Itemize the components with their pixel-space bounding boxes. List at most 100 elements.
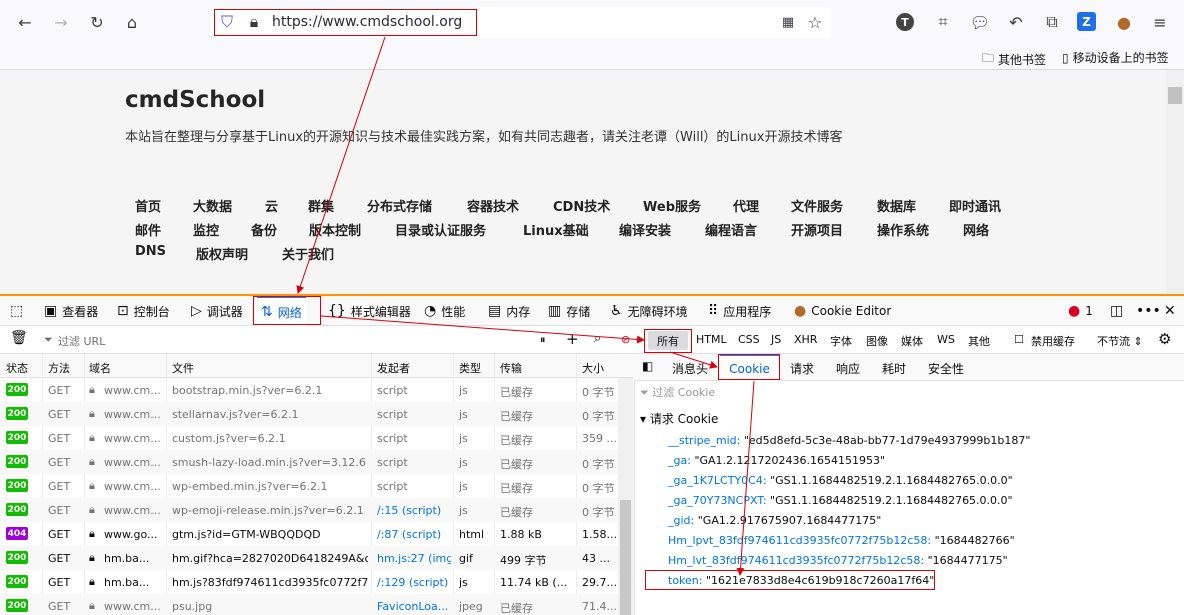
close-devtools-button[interactable]: ✕ bbox=[1160, 296, 1180, 326]
zotero-icon[interactable]: Z bbox=[1077, 12, 1096, 31]
cookie-item[interactable]: _gid: "GA1.2.917675907.1684477175" bbox=[668, 514, 881, 527]
site-title[interactable]: cmdSchool bbox=[125, 87, 265, 113]
cookie-item[interactable]: Hm_lpvt_83fdf974611cd3935fc0772f75b12c58… bbox=[668, 534, 1015, 547]
table-row[interactable]: 200 🔒︎ GET www.cm... bootstrap.min.js?ver=6.… bbox=[0, 378, 633, 402]
col-domain[interactable]: 域名 bbox=[89, 360, 111, 376]
nav-item[interactable]: 网络 bbox=[963, 220, 989, 239]
col-file[interactable]: 文件 bbox=[172, 360, 194, 376]
table-row[interactable]: 200 🔒︎ GET hm.ba... hm.gif?hca=2827020D64182… bbox=[0, 546, 633, 570]
nav-item[interactable]: 编译安装 bbox=[619, 220, 671, 239]
cell-initiator[interactable]: /:129 (script) bbox=[377, 576, 451, 589]
pick-element-button[interactable]: ⬚ bbox=[6, 296, 27, 326]
trash-icon[interactable]: 🗑︎ bbox=[10, 330, 28, 346]
tab-application[interactable]: ⠿ 应用程序 bbox=[704, 296, 775, 326]
nav-item[interactable]: 首页 bbox=[135, 196, 161, 215]
cookie-item[interactable]: _ga: "GA1.2.1217202436.1654151953" bbox=[668, 454, 885, 467]
home-icon[interactable]: ⌂ bbox=[120, 10, 144, 34]
filter-ws[interactable]: WS bbox=[937, 333, 955, 346]
cookie-item[interactable]: Hm_lvt_83fdf974611cd3935fc0772f75b12c58:… bbox=[668, 554, 1008, 567]
forward-icon[interactable]: → bbox=[49, 10, 73, 34]
menu-icon[interactable]: ≡ bbox=[1148, 10, 1172, 34]
nav-item[interactable]: 群集 bbox=[308, 196, 334, 215]
search-icon[interactable]: ⌕ bbox=[594, 331, 601, 346]
tab-performance[interactable]: ◔ 性能 bbox=[420, 296, 469, 326]
translate-icon[interactable]: T bbox=[896, 13, 914, 31]
undo-icon[interactable]: ↶ bbox=[1004, 10, 1028, 34]
col-initiator[interactable]: 发起者 bbox=[377, 360, 410, 376]
nav-item[interactable]: 数据库 bbox=[877, 196, 916, 215]
table-row[interactable]: 200 🔒︎ GET www.cm... stellarnav.js?ver=6.2.1… bbox=[0, 402, 633, 426]
nav-item[interactable]: 云 bbox=[265, 196, 278, 215]
nav-item[interactable]: Linux基础 bbox=[523, 220, 589, 239]
nav-item[interactable]: Web服务 bbox=[643, 196, 701, 215]
tab-request[interactable]: 请求 bbox=[790, 360, 814, 377]
cell-initiator[interactable]: hm.js:27 (img) bbox=[377, 552, 451, 565]
qr-code-icon[interactable]: ▦ bbox=[776, 10, 800, 34]
page-scrollbar-thumb[interactable] bbox=[1168, 87, 1182, 104]
filter-js[interactable]: JS bbox=[771, 333, 781, 346]
request-cookies-header[interactable]: ▾ 请求 Cookie bbox=[640, 410, 718, 427]
tab-headers[interactable]: 消息头 bbox=[672, 360, 708, 377]
filter-media[interactable]: 媒体 bbox=[901, 333, 923, 349]
filter-css[interactable]: CSS bbox=[738, 333, 760, 346]
nav-item[interactable]: 即时通讯 bbox=[949, 196, 1001, 215]
tab-inspector[interactable]: ▣ 查看器 bbox=[40, 296, 102, 326]
nav-item[interactable]: 操作系统 bbox=[877, 220, 929, 239]
table-row[interactable]: 200 🔒︎ GET www.cm... psu.jpg FaviconLoa... jpe… bbox=[0, 594, 633, 615]
cookie-item[interactable]: _ga_1K7LCTY0C4: "GS1.1.1684482519.2.1.16… bbox=[668, 474, 1013, 487]
filter-xhr[interactable]: XHR bbox=[794, 333, 817, 346]
table-row[interactable]: 200 🔒︎ GET www.cm... smush-lazy-load.min.js?… bbox=[0, 450, 633, 474]
nav-item[interactable]: 备份 bbox=[251, 220, 277, 239]
dock-button[interactable]: ◫ bbox=[1106, 296, 1127, 326]
nav-item[interactable]: 文件服务 bbox=[791, 196, 843, 215]
nav-item[interactable]: 版权声明 bbox=[196, 244, 248, 263]
cookie-icon[interactable]: ● bbox=[1112, 10, 1136, 34]
tab-response[interactable]: 响应 bbox=[836, 360, 860, 377]
cell-initiator[interactable]: /:15 (script) bbox=[377, 504, 451, 517]
pause-icon[interactable]: ⏸ bbox=[540, 333, 546, 347]
bookmark-mobile[interactable]: ▯ 移动设备上的书签 bbox=[1062, 49, 1169, 66]
col-size[interactable]: 大小 bbox=[582, 360, 604, 376]
error-counter[interactable]: ● 1 bbox=[1064, 296, 1097, 326]
col-status[interactable]: 状态 bbox=[6, 360, 28, 376]
col-transferred[interactable]: 传输 bbox=[500, 360, 522, 376]
tab-debugger[interactable]: ▷ 调试器 bbox=[187, 296, 247, 326]
crop-icon[interactable]: ⌗ bbox=[931, 10, 955, 34]
back-icon[interactable]: ← bbox=[13, 10, 37, 34]
extensions-icon[interactable]: ⧉ bbox=[1040, 10, 1064, 34]
tab-cookie-editor[interactable]: ● Cookie Editor bbox=[790, 296, 895, 326]
filter-url-input[interactable]: 过滤 URL bbox=[58, 333, 105, 349]
tab-style-editor[interactable]: {} 样式编辑器 bbox=[324, 296, 415, 326]
filter-fonts[interactable]: 字体 bbox=[830, 333, 852, 349]
filter-other[interactable]: 其他 bbox=[968, 333, 990, 349]
tab-security[interactable]: 安全性 bbox=[928, 360, 964, 377]
chat-icon[interactable]: 💬︎ bbox=[968, 10, 992, 34]
cell-initiator[interactable]: /:87 (script) bbox=[377, 528, 451, 541]
cookie-filter-input[interactable]: ⏷ 过滤 Cookie bbox=[640, 384, 715, 400]
table-row[interactable]: 200 🔒︎ GET www.cm... custom.js?ver=6.2.1 scri… bbox=[0, 426, 633, 450]
toggle-panel-icon[interactable]: ◧ bbox=[642, 359, 653, 373]
nav-item[interactable]: CDN技术 bbox=[553, 196, 610, 215]
bookmark-other[interactable]: 🗀 其他书签 bbox=[982, 49, 1046, 70]
tab-storage[interactable]: ▥ 存储 bbox=[544, 296, 594, 326]
throttle-select[interactable]: 不节流 ⇕ bbox=[1097, 333, 1143, 349]
nav-item[interactable]: 邮件 bbox=[135, 220, 161, 239]
tab-timings[interactable]: 耗时 bbox=[882, 360, 906, 377]
col-method[interactable]: 方法 bbox=[48, 360, 70, 376]
block-icon[interactable]: ⊘ bbox=[621, 333, 630, 346]
nav-item[interactable]: 代理 bbox=[733, 196, 759, 215]
cookie-item[interactable]: _ga_70Y73NCPXT: "GS1.1.1684482519.2.1.16… bbox=[668, 494, 1013, 507]
star-icon[interactable]: ☆ bbox=[803, 10, 827, 34]
nav-item[interactable]: 版本控制 bbox=[309, 220, 361, 239]
nav-item[interactable]: 大数据 bbox=[193, 196, 232, 215]
disable-cache-checkbox[interactable]: ☐ bbox=[1014, 333, 1024, 346]
add-icon[interactable]: + bbox=[566, 330, 579, 348]
tab-memory[interactable]: ▤ 内存 bbox=[484, 296, 534, 326]
tab-accessibility[interactable]: ♿︎ 无障碍环境 bbox=[606, 296, 692, 326]
nav-item[interactable]: 编程语言 bbox=[705, 220, 757, 239]
filter-images[interactable]: 图像 bbox=[866, 333, 888, 349]
nav-item[interactable]: 关于我们 bbox=[282, 244, 334, 263]
table-row[interactable]: 200 🔒︎ GET www.cm... wp-embed.min.js?ver=6.2… bbox=[0, 474, 633, 498]
settings-gear-icon[interactable]: ⚙ bbox=[1158, 330, 1171, 348]
cookie-item[interactable]: __stripe_mid: "ed5d8efd-5c3e-48ab-bb77-1… bbox=[668, 434, 1030, 447]
